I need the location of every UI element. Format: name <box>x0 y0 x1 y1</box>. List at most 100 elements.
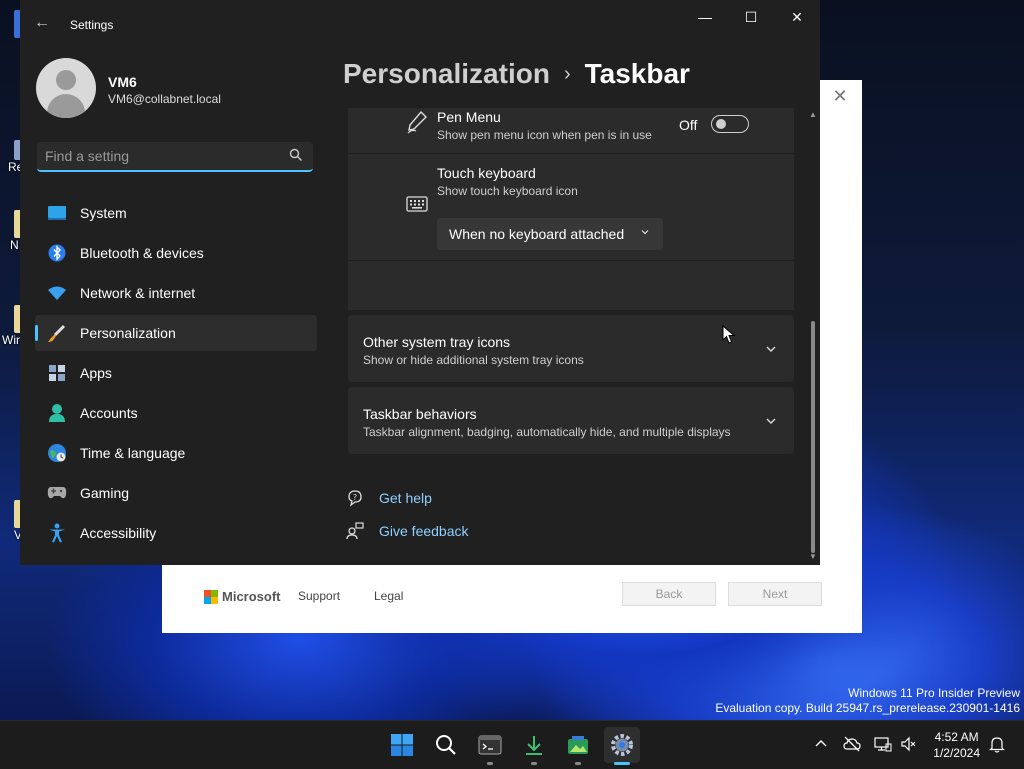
taskbar-behaviors-subtitle: Taskbar alignment, badging, automaticall… <box>363 425 731 439</box>
sidebar-item-accounts[interactable]: Accounts <box>35 395 317 431</box>
gamepad-icon <box>47 483 67 503</box>
touch-keyboard-dropdown[interactable]: When no keyboard attached <box>437 218 663 250</box>
touch-keyboard-title: Touch keyboard <box>437 165 536 181</box>
volume-muted-icon[interactable] <box>900 735 918 753</box>
clock-time: 4:52 AM <box>934 730 979 744</box>
title-bar[interactable]: ← Settings — ☐ ✕ <box>20 0 820 48</box>
taskbar-app-terminal[interactable] <box>472 727 508 765</box>
get-help-link[interactable]: Get help <box>379 490 432 506</box>
watermark-line: Evaluation copy. Build 25947.rs_prerelea… <box>715 701 1020 715</box>
search-input[interactable] <box>45 148 275 164</box>
person-icon <box>47 403 67 423</box>
sidebar-item-label: Network & internet <box>80 285 196 301</box>
desktop-icon[interactable]: N <box>0 210 22 252</box>
app-title: Settings <box>70 18 114 32</box>
sidebar-item-label: Gaming <box>80 485 130 501</box>
taskbar-app-settings[interactable] <box>604 727 640 765</box>
pen-menu-title: Pen Menu <box>437 109 501 125</box>
legal-link[interactable]: Legal <box>374 589 403 603</box>
breadcrumb-separator: › <box>563 63 571 85</box>
other-tray-subtitle: Show or hide additional system tray icon… <box>363 353 584 367</box>
taskbar-app-photos[interactable] <box>560 727 596 765</box>
search-icon <box>436 735 456 755</box>
mouse-cursor-icon <box>722 325 736 344</box>
sidebar-item-label: Accessibility <box>80 525 157 541</box>
sidebar-item-label: Bluetooth & devices <box>80 245 204 261</box>
system-clock[interactable]: 4:52 AM 1/2/2024 <box>933 729 980 761</box>
support-link[interactable]: Support <box>298 589 340 603</box>
search-icon[interactable] <box>289 148 303 162</box>
scroll-up-icon[interactable]: ▲ <box>809 110 817 119</box>
sidebar-item-label: Accounts <box>80 405 138 421</box>
settings-gear-icon <box>611 734 633 756</box>
sidebar-item-label: Apps <box>80 365 112 381</box>
touch-keyboard-subtitle: Show touch keyboard icon <box>437 184 578 198</box>
scroll-down-icon[interactable]: ▼ <box>809 552 817 561</box>
download-icon <box>526 736 542 755</box>
user-profile[interactable]: VM6 VM6@collabnet.local <box>36 58 221 118</box>
back-button[interactable]: Back <box>622 582 716 606</box>
sidebar-item-label: Personalization <box>80 325 176 341</box>
start-button[interactable] <box>384 727 420 763</box>
pen-menu-state: Off <box>679 117 698 133</box>
desktop-icon[interactable]: V <box>0 500 22 542</box>
search-button[interactable] <box>428 727 464 763</box>
taskbar-app-downloads[interactable] <box>516 727 552 765</box>
brush-icon <box>47 323 67 343</box>
globe-clock-icon <box>47 443 67 463</box>
cloud-offline-icon[interactable] <box>843 735 861 753</box>
sidebar-item-system[interactable]: System <box>35 195 317 231</box>
system-tray-icons-card: Pen Menu Show pen menu icon when pen is … <box>348 108 794 310</box>
system-icon <box>47 203 67 223</box>
desktop-icon[interactable]: Wir <box>0 305 22 347</box>
sidebar-item-network[interactable]: Network & internet <box>35 275 317 311</box>
pen-menu-subtitle: Show pen menu icon when pen is in use <box>437 128 652 142</box>
notification-bell-icon[interactable] <box>988 735 1006 753</box>
sidebar-item-time-language[interactable]: Time & language <box>35 435 317 471</box>
sidebar-item-gaming[interactable]: Gaming <box>35 475 317 511</box>
next-button[interactable]: Next <box>728 582 822 606</box>
pen-menu-toggle[interactable] <box>711 115 749 133</box>
other-tray-title: Other system tray icons <box>363 334 511 350</box>
network-icon[interactable] <box>874 735 892 753</box>
sidebar-item-accessibility[interactable]: Accessibility <box>35 515 317 551</box>
sidebar-item-apps[interactable]: Apps <box>35 355 317 391</box>
taskbar-behaviors-card[interactable]: Taskbar behaviors Taskbar alignment, bad… <box>348 387 794 454</box>
evaluation-watermark: Windows 11 Pro Insider Preview Evaluatio… <box>715 686 1020 716</box>
close-icon[interactable]: ✕ <box>830 86 850 107</box>
help-icon: ? <box>348 490 362 507</box>
taskbar: 4:52 AM 1/2/2024 <box>0 720 1024 769</box>
page-title: Taskbar <box>584 58 690 89</box>
start-icon <box>391 734 413 756</box>
svg-text:?: ? <box>353 493 357 502</box>
desktop-icon[interactable]: Re <box>0 140 23 174</box>
taskbar-behaviors-title: Taskbar behaviors <box>363 406 477 422</box>
user-email: VM6@collabnet.local <box>108 92 221 106</box>
scrollbar[interactable]: ▲ ▼ <box>808 108 818 563</box>
breadcrumb-parent[interactable]: Personalization <box>343 58 550 89</box>
back-arrow-icon[interactable]: ← <box>34 14 50 32</box>
accessibility-icon <box>47 523 67 543</box>
maximize-button[interactable]: ☐ <box>733 6 769 28</box>
sidebar-item-personalization[interactable]: Personalization <box>35 315 317 351</box>
give-feedback-link[interactable]: Give feedback <box>379 523 469 539</box>
chevron-up-icon[interactable] <box>812 735 830 753</box>
photos-icon <box>568 736 588 754</box>
avatar <box>36 58 96 118</box>
clock-date: 1/2/2024 <box>933 746 980 760</box>
pen-icon <box>407 110 427 134</box>
wifi-icon <box>47 283 67 303</box>
chevron-down-icon[interactable] <box>764 342 778 356</box>
user-name: VM6 <box>108 74 137 90</box>
apps-icon <box>47 363 67 383</box>
scroll-thumb[interactable] <box>811 321 815 553</box>
desktop-icon-label: N <box>10 238 19 252</box>
close-button[interactable]: ✕ <box>779 6 815 28</box>
bluetooth-icon <box>47 243 67 263</box>
search-box[interactable] <box>37 142 313 172</box>
minimize-button[interactable]: — <box>687 6 723 28</box>
terminal-icon <box>478 735 502 755</box>
desktop-icon[interactable] <box>0 10 22 38</box>
sidebar-item-bluetooth[interactable]: Bluetooth & devices <box>35 235 317 271</box>
chevron-down-icon[interactable] <box>764 414 778 428</box>
